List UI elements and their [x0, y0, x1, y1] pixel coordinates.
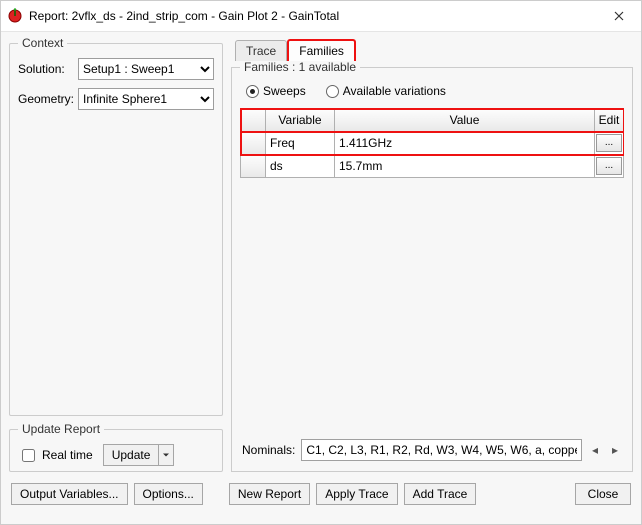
context-group: Context Solution: Setup1 : Sweep1 Geomet…: [9, 36, 223, 416]
app-icon: [7, 8, 23, 24]
right-column: Trace Families Families : 1 available Sw…: [231, 36, 633, 472]
row-header[interactable]: [241, 132, 266, 155]
families-grid[interactable]: Variable Value Edit Freq 1.411GHz ...: [240, 108, 624, 433]
update-report-group: Update Report Real time Update: [9, 422, 223, 472]
cell-value[interactable]: 1.411GHz: [335, 132, 595, 155]
families-mode-row: Sweeps Available variations: [240, 82, 624, 108]
solution-label: Solution:: [18, 62, 74, 76]
apply-trace-button[interactable]: Apply Trace: [316, 483, 397, 505]
context-legend: Context: [18, 36, 67, 50]
report-dialog: Report: 2vflx_ds - 2ind_strip_com - Gain…: [0, 0, 642, 525]
realtime-label: Real time: [42, 448, 93, 462]
row-header-blank: [241, 109, 266, 132]
tab-trace[interactable]: Trace: [235, 40, 287, 61]
families-legend: Families : 1 available: [240, 60, 360, 74]
footer-bar: Output Variables... Options... New Repor…: [1, 472, 641, 524]
geometry-label: Geometry:: [18, 92, 74, 106]
row-header[interactable]: [241, 155, 266, 178]
cell-variable[interactable]: ds: [266, 155, 335, 178]
realtime-checkbox[interactable]: Real time: [18, 446, 93, 465]
titlebar: Report: 2vflx_ds - 2ind_strip_com - Gain…: [1, 1, 641, 32]
geometry-combo[interactable]: Infinite Sphere1: [78, 88, 214, 110]
options-button[interactable]: Options...: [134, 483, 203, 505]
radio-dot-icon: [246, 85, 259, 98]
nominals-field[interactable]: [301, 439, 582, 461]
col-variable[interactable]: Variable: [266, 109, 335, 132]
col-edit[interactable]: Edit: [595, 109, 624, 132]
tab-families[interactable]: Families: [287, 39, 356, 61]
cell-value[interactable]: 15.7mm: [335, 155, 595, 178]
nominals-row: Nominals: ◂ ▸: [240, 433, 624, 463]
table-row[interactable]: Freq 1.411GHz ...: [241, 132, 624, 155]
nominals-label: Nominals:: [242, 443, 295, 457]
radio-available-variations[interactable]: Available variations: [326, 84, 446, 98]
update-button-caret[interactable]: [158, 444, 174, 466]
add-trace-button[interactable]: Add Trace: [404, 483, 477, 505]
left-column: Context Solution: Setup1 : Sweep1 Geomet…: [9, 36, 223, 472]
output-variables-button[interactable]: Output Variables...: [11, 483, 128, 505]
dialog-body: Context Solution: Setup1 : Sweep1 Geomet…: [1, 32, 641, 472]
realtime-check-input[interactable]: [22, 449, 35, 462]
close-window-button[interactable]: [597, 1, 641, 31]
col-value[interactable]: Value: [335, 109, 595, 132]
window-title: Report: 2vflx_ds - 2ind_strip_com - Gain…: [29, 9, 597, 23]
radio-sweeps-label: Sweeps: [263, 84, 306, 98]
nominals-scroll-left-icon[interactable]: ◂: [588, 443, 602, 457]
new-report-button[interactable]: New Report: [229, 483, 310, 505]
solution-combo[interactable]: Setup1 : Sweep1: [78, 58, 214, 80]
edit-row-button[interactable]: ...: [596, 134, 622, 152]
radio-dot-icon: [326, 85, 339, 98]
radio-avail-label: Available variations: [343, 84, 446, 98]
radio-sweeps[interactable]: Sweeps: [246, 84, 306, 98]
families-group: Families : 1 available Sweeps Available …: [231, 60, 633, 472]
tab-strip: Trace Families: [231, 36, 633, 60]
edit-row-button[interactable]: ...: [596, 157, 622, 175]
close-button[interactable]: Close: [575, 483, 631, 505]
cell-variable[interactable]: Freq: [266, 132, 335, 155]
table-row[interactable]: ds 15.7mm ...: [241, 155, 624, 178]
update-legend: Update Report: [18, 422, 104, 436]
update-button[interactable]: Update: [103, 444, 159, 466]
nominals-scroll-right-icon[interactable]: ▸: [608, 443, 622, 457]
